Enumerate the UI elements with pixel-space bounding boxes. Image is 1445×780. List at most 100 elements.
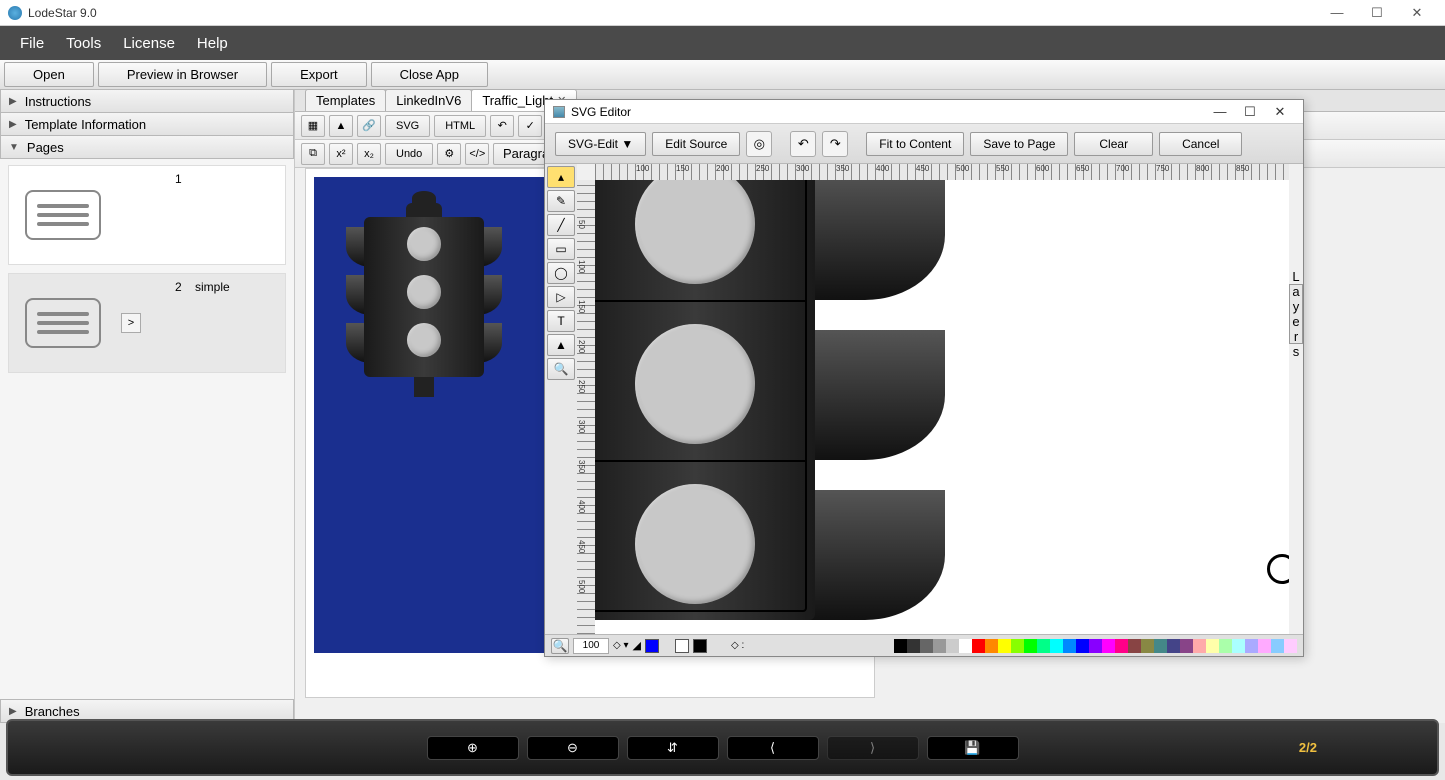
swatch[interactable]	[1102, 639, 1115, 653]
tab-linkedin[interactable]: LinkedInV6	[385, 89, 472, 111]
export-button[interactable]: Export	[271, 62, 367, 87]
save-page-button[interactable]: Save to Page	[970, 132, 1068, 156]
close-app-button[interactable]: Close App	[371, 62, 488, 87]
html-button[interactable]: HTML	[434, 115, 486, 137]
swatch[interactable]	[1193, 639, 1206, 653]
swatch[interactable]	[1024, 639, 1037, 653]
menu-tools[interactable]: Tools	[66, 35, 101, 52]
tab-templates[interactable]: Templates	[305, 89, 386, 111]
code-icon[interactable]: </>	[465, 143, 489, 165]
dialog-close[interactable]: ✕	[1265, 104, 1295, 120]
pencil-tool[interactable]: ✎	[547, 190, 575, 212]
swatch[interactable]	[1167, 639, 1180, 653]
swatch[interactable]	[920, 639, 933, 653]
swatch[interactable]	[1115, 639, 1128, 653]
swatch[interactable]	[894, 639, 907, 653]
swatch[interactable]	[1284, 639, 1297, 653]
save-disk-button[interactable]: 💾	[927, 736, 1019, 760]
ellipse-tool[interactable]: ◯	[547, 262, 575, 284]
svg-button[interactable]: SVG	[385, 115, 430, 137]
image-tool[interactable]: ▲	[547, 334, 575, 356]
undo-icon[interactable]: ↶	[790, 131, 816, 157]
redo-icon[interactable]: ↷	[822, 131, 848, 157]
prev-page-button[interactable]: ⟨	[727, 736, 819, 760]
svg-edit-menu[interactable]: SVG-Edit ▼	[555, 132, 646, 156]
edit-source-button[interactable]: Edit Source	[652, 132, 740, 156]
copy-icon[interactable]: ⧉	[301, 143, 325, 165]
swatch[interactable]	[1232, 639, 1245, 653]
swatch[interactable]	[1128, 639, 1141, 653]
preview-button[interactable]: Preview in Browser	[98, 62, 267, 87]
cancel-button[interactable]: Cancel	[1159, 132, 1242, 156]
zoom-stepper[interactable]: ◇ ▾	[613, 640, 629, 651]
swatch[interactable]	[1154, 639, 1167, 653]
layers-tab[interactable]: Layers	[1289, 284, 1303, 344]
fill-icon[interactable]: ◢	[633, 639, 641, 652]
subscript-icon[interactable]: x₂	[357, 143, 381, 165]
swatch[interactable]	[1063, 639, 1076, 653]
maximize-button[interactable]: ☐	[1357, 5, 1397, 21]
swatch[interactable]	[985, 639, 998, 653]
menu-file[interactable]: File	[20, 35, 44, 52]
zoom-icon[interactable]: 🔍	[551, 638, 569, 654]
check-icon[interactable]: ✓	[518, 115, 542, 137]
swatch[interactable]	[998, 639, 1011, 653]
stroke-outer-swatch[interactable]	[675, 639, 689, 653]
swatch[interactable]	[1076, 639, 1089, 653]
page-thumb-1[interactable]: 1	[8, 165, 286, 265]
layout-icon[interactable]: ▦	[301, 115, 325, 137]
page-thumb-2[interactable]: > 2 simple	[8, 273, 286, 373]
select-tool[interactable]: ▴	[547, 166, 575, 188]
rect-tool[interactable]: ▭	[547, 238, 575, 260]
next-page-button[interactable]: ⟩	[827, 736, 919, 760]
link-icon[interactable]: 🔗	[357, 115, 381, 137]
sort-button[interactable]: ⇵	[627, 736, 719, 760]
svg-canvas[interactable]	[595, 180, 1289, 634]
remove-page-button[interactable]: ⊖	[527, 736, 619, 760]
swatch[interactable]	[1258, 639, 1271, 653]
section-instructions[interactable]: ▶Instructions	[0, 89, 294, 113]
add-page-button[interactable]: ⊕	[427, 736, 519, 760]
zoom-input[interactable]	[573, 638, 609, 654]
swatch[interactable]	[1050, 639, 1063, 653]
clear-button[interactable]: Clear	[1074, 132, 1153, 156]
gear-icon[interactable]: ⚙	[437, 143, 461, 165]
path-tool[interactable]: ▷	[547, 286, 575, 308]
undo-button[interactable]: Undo	[385, 143, 433, 165]
swatch[interactable]	[1037, 639, 1050, 653]
swatch[interactable]	[1271, 639, 1284, 653]
swatch[interactable]	[1219, 639, 1232, 653]
fill-swatch[interactable]	[645, 639, 659, 653]
dialog-maximize[interactable]: ☐	[1235, 104, 1265, 120]
minimize-button[interactable]: —	[1317, 5, 1357, 20]
swatch[interactable]	[1011, 639, 1024, 653]
swatch[interactable]	[1141, 639, 1154, 653]
open-button[interactable]: Open	[4, 62, 94, 87]
section-template-info[interactable]: ▶Template Information	[0, 112, 294, 136]
superscript-icon[interactable]: x²	[329, 143, 353, 165]
menu-help[interactable]: Help	[197, 35, 228, 52]
image-icon[interactable]: ▲	[329, 115, 353, 137]
swatch[interactable]	[946, 639, 959, 653]
swatch[interactable]	[1089, 639, 1102, 653]
dialog-titlebar[interactable]: SVG Editor — ☐ ✕	[545, 100, 1303, 124]
close-window-button[interactable]: ✕	[1397, 5, 1437, 21]
line-tool[interactable]: ╱	[547, 214, 575, 236]
swatch[interactable]	[959, 639, 972, 653]
swatch[interactable]	[972, 639, 985, 653]
move-page-button[interactable]: >	[121, 313, 141, 333]
swatch[interactable]	[1206, 639, 1219, 653]
zoom-tool[interactable]: 🔍	[547, 358, 575, 380]
dialog-minimize[interactable]: —	[1205, 104, 1235, 119]
text-tool[interactable]: T	[547, 310, 575, 332]
menu-license[interactable]: License	[123, 35, 175, 52]
stroke-swatch[interactable]	[693, 639, 707, 653]
swatch[interactable]	[907, 639, 920, 653]
swatch[interactable]	[1180, 639, 1193, 653]
undo-icon[interactable]: ↶	[490, 115, 514, 137]
swatch[interactable]	[1245, 639, 1258, 653]
wireframe-icon[interactable]: ◎	[746, 131, 772, 157]
swatch[interactable]	[933, 639, 946, 653]
fit-content-button[interactable]: Fit to Content	[866, 132, 964, 156]
section-pages[interactable]: ▼Pages	[0, 135, 294, 159]
